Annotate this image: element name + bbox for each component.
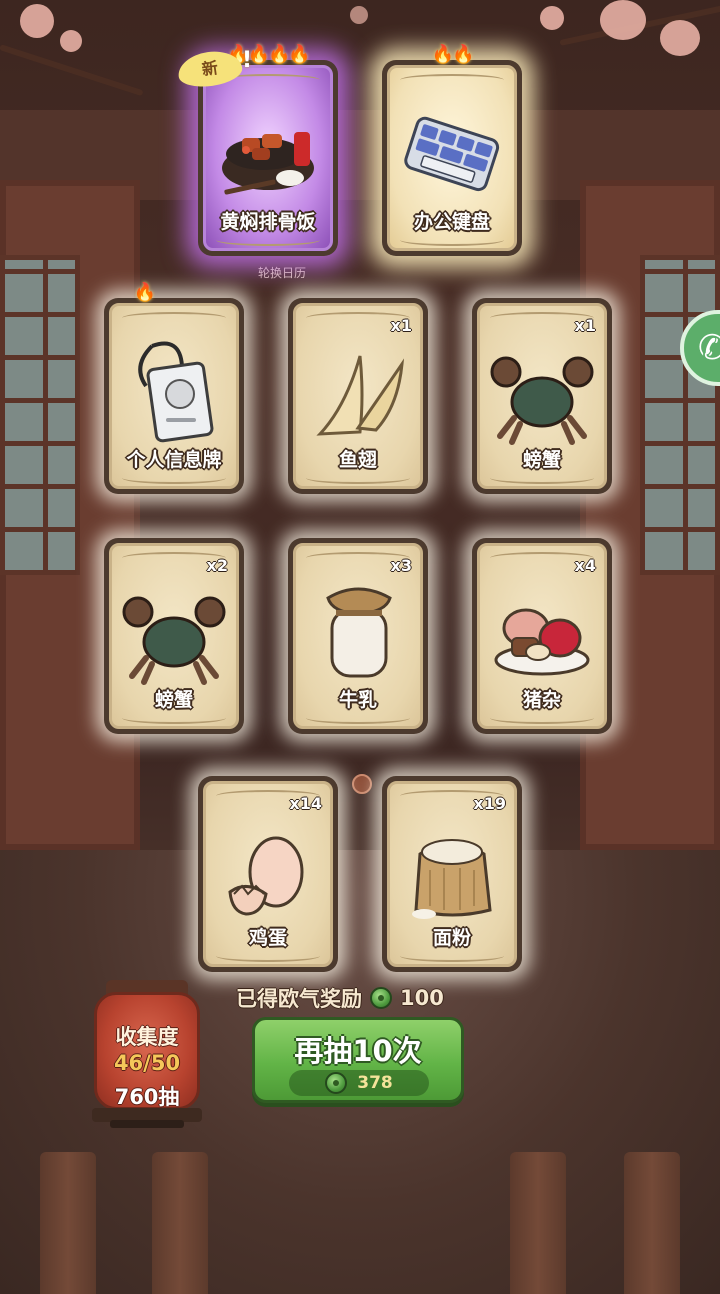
- card-face: x2 螃蟹: [109, 543, 239, 729]
- blossom-flower: [20, 4, 54, 38]
- left-window-lattice: [0, 255, 80, 575]
- shark-fin-icon: [316, 355, 405, 436]
- blossom-flower: [350, 6, 368, 24]
- card-name: 办公键盘: [413, 211, 490, 233]
- luck-reward-line: 已得欧气奖励 100: [236, 983, 444, 1013]
- collection-pulls: 760抽: [114, 1085, 180, 1109]
- card-name: 面粉: [432, 927, 471, 949]
- card-face: x19 面粉: [387, 781, 517, 967]
- card-name: 黄焖排骨饭: [220, 211, 316, 233]
- card-face: 黄焖排骨饭: [203, 65, 333, 251]
- office-keyboard-icon: [404, 116, 500, 192]
- blossom-flower: [60, 30, 82, 52]
- card-name: 鸡蛋: [248, 927, 287, 949]
- luck-reward-label: 已得欧气奖励: [236, 987, 362, 1011]
- card-flour[interactable]: x19 面粉: [382, 776, 522, 972]
- card-count: x1: [574, 316, 596, 335]
- card-milk[interactable]: x3 牛乳: [288, 538, 428, 734]
- card-face: x4 猪杂: [477, 543, 607, 729]
- card-name: 螃蟹: [154, 689, 193, 711]
- decorative-knot: [352, 774, 372, 794]
- card-name: 鱼翅: [338, 449, 377, 471]
- card-crab-1[interactable]: x1 螃蟹: [472, 298, 612, 494]
- rotation-calendar-caption: 轮换日历: [257, 266, 306, 280]
- card-face: 个人信息牌: [109, 303, 239, 489]
- card-crab-2[interactable]: x2 螃蟹: [104, 538, 244, 734]
- collection-progress: 46/50: [113, 1051, 181, 1075]
- rarity-flames: 🔥: [133, 282, 156, 303]
- fence-post: [152, 1152, 208, 1294]
- card-name: 牛乳: [338, 689, 377, 711]
- card-name: 个人信息牌: [126, 449, 222, 471]
- card-name-tag[interactable]: 🔥 个人信息牌: [104, 282, 244, 494]
- collection-title: 收集度: [115, 1025, 179, 1049]
- card-face: x1 鱼翅: [293, 303, 423, 489]
- card-offal[interactable]: x4 猪杂: [472, 538, 612, 734]
- name-tag-icon: [138, 341, 214, 443]
- card-count: x3: [390, 556, 412, 575]
- card-count: x14: [289, 794, 322, 813]
- blossom-flower: [600, 0, 646, 40]
- draw-button-label: 再抽10次: [294, 1034, 422, 1068]
- card-face: x1 螃蟹: [477, 303, 607, 489]
- card-face: 办公键盘: [387, 65, 517, 251]
- card-count: x4: [574, 556, 596, 575]
- flour-sack-icon: [412, 839, 492, 919]
- card-shark-fin[interactable]: x1 鱼翅: [288, 298, 428, 494]
- card-braised-ribs[interactable]: 🔥🔥🔥🔥 黄焖排骨饭 新 !: [175, 44, 338, 256]
- card-count: x19: [473, 794, 506, 813]
- blossom-flower: [540, 6, 564, 30]
- draw-10-again-button[interactable]: 再抽10次 378: [252, 1017, 464, 1103]
- game-scene: ✆ 轮换日历 🔥🔥🔥🔥 黄焖排骨饭 新 ! 🔥🔥 办公键盘 🔥 个人信息牌 x1…: [0, 0, 720, 1294]
- phone-icon: ✆: [698, 328, 720, 368]
- new-exclamation-icon: !: [242, 48, 253, 73]
- card-keyboard[interactable]: 🔥🔥 办公键盘: [382, 44, 522, 256]
- egg-icon: [228, 836, 304, 916]
- collection-lantern[interactable]: 收集度 46/50 760抽: [92, 980, 202, 1140]
- card-count: x2: [206, 556, 228, 575]
- crab-icon: [122, 596, 226, 685]
- jade-coin-icon: [370, 987, 392, 1009]
- fence-post: [40, 1152, 96, 1294]
- blossom-flower: [660, 20, 700, 56]
- pork-offal-icon: [494, 608, 590, 676]
- draw-cost-amount: 378: [357, 1073, 393, 1093]
- card-face: x3 牛乳: [293, 543, 423, 729]
- luck-reward-amount: 100: [400, 986, 444, 1010]
- card-name: 螃蟹: [522, 449, 561, 471]
- fence-post: [510, 1152, 566, 1294]
- fence-post: [624, 1152, 680, 1294]
- card-face: x14 鸡蛋: [203, 781, 333, 967]
- lantern-body: 收集度 46/50 760抽: [94, 992, 200, 1110]
- braised-pork-ribs-rice-icon: [222, 132, 314, 195]
- right-window-lattice: [640, 255, 720, 575]
- card-count: x1: [390, 316, 412, 335]
- milk-jar-icon: [326, 587, 392, 678]
- rarity-flames: 🔥🔥: [431, 44, 475, 65]
- crab-icon: [490, 356, 594, 445]
- draw-cost: 378: [289, 1070, 429, 1096]
- card-egg[interactable]: x14 鸡蛋: [198, 776, 338, 972]
- card-name: 猪杂: [522, 689, 561, 711]
- lantern-stand: [110, 1120, 184, 1128]
- jade-coin-icon: [325, 1072, 348, 1094]
